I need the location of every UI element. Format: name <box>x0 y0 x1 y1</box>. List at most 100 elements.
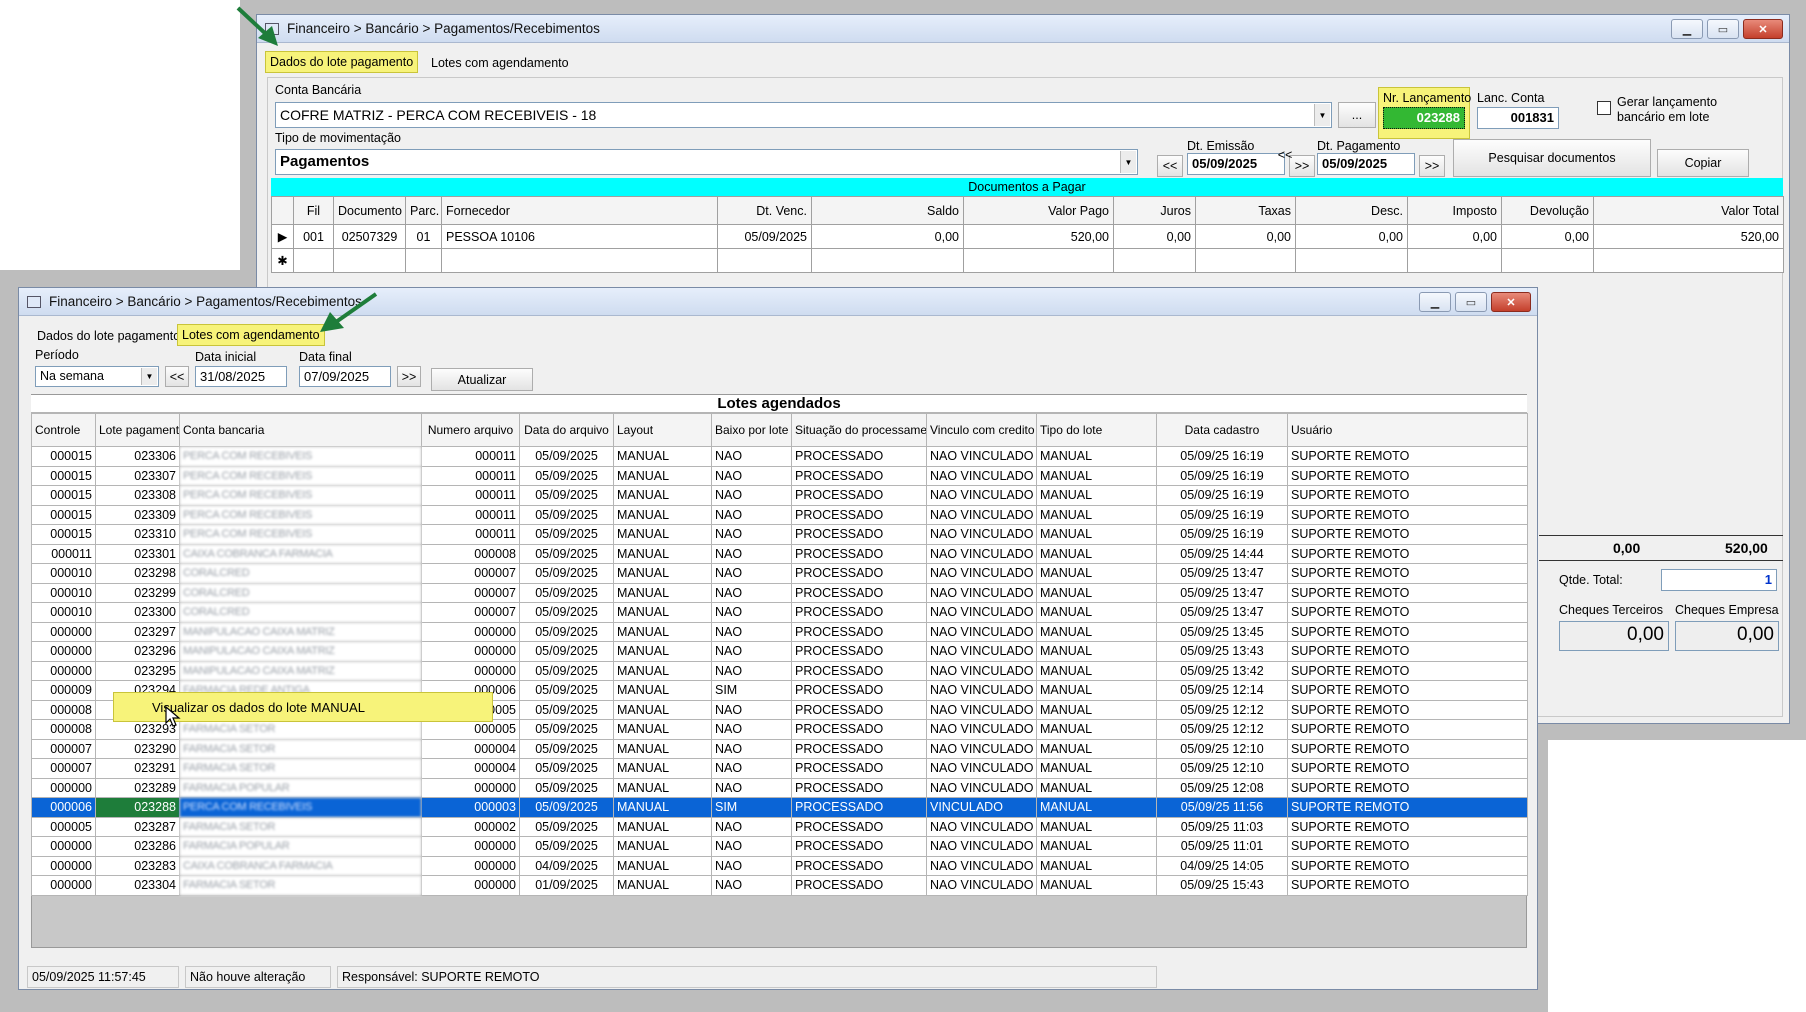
col-header: Data cadastro <box>1156 413 1288 447</box>
cell: PROCESSADO <box>791 855 927 876</box>
cell: NAO <box>711 504 792 525</box>
table-row[interactable]: ▶ 001 02507329 01 PESSOA 10106 05/09/202… <box>271 224 1784 249</box>
cell: MANUAL <box>613 504 712 525</box>
table-row[interactable]: 000005 023287 FARMACIA SETOR 000002 05/09/20… <box>31 816 1528 837</box>
periodo-select[interactable]: Na semana ▼ <box>35 366 159 387</box>
maximize-icon[interactable]: ▭ <box>1707 19 1739 39</box>
table-row[interactable]: 000015 023309 PERCA COM RECEBIVEIS 000011 05… <box>31 504 1528 525</box>
cell <box>1501 248 1594 273</box>
cell: PROCESSADO <box>791 621 927 642</box>
cell: 000000 <box>31 777 96 798</box>
cell: MANUAL <box>1036 875 1157 896</box>
cell: MANUAL <box>1036 797 1157 818</box>
table-row[interactable]: 000010 023300 CORALCRED 000007 05/09/2025 MAN… <box>31 602 1528 623</box>
table-row[interactable]: 000010 023298 CORALCRED 000007 05/09/2025 MAN… <box>31 563 1528 584</box>
periodo-next-button[interactable]: >> <box>397 366 421 387</box>
cell: 000009 <box>31 680 96 701</box>
table-row[interactable]: 000008 023293 FARMACIA SETOR 000005 05/09/20… <box>31 719 1528 740</box>
table-row[interactable]: 000000 023286 FARMACIA POPULAR 000000 05/09/… <box>31 836 1528 857</box>
table-row[interactable]: 000000 023283 CAIXA COBRANCA FARMACIA 00000… <box>31 855 1528 876</box>
cell: NAO VINCULADO <box>926 816 1037 837</box>
cell: 023291 <box>95 758 180 779</box>
maximize-icon[interactable]: ▭ <box>1455 292 1487 312</box>
cell: 05/09/2025 <box>519 797 614 818</box>
close-icon[interactable]: ✕ <box>1743 19 1783 39</box>
status-change: Não houve alteração <box>185 966 331 988</box>
row-indicator-icon: ▶ <box>271 224 294 249</box>
cell: SUPORTE REMOTO <box>1287 621 1528 642</box>
total-juros: 0,00 <box>1613 540 1641 556</box>
cell: NAO <box>711 485 792 506</box>
cell: MANUAL <box>1036 777 1157 798</box>
cell: 05/09/25 12:14 <box>1156 680 1288 701</box>
cell: 05/09/2025 <box>519 719 614 740</box>
cell: 023286 <box>95 836 180 857</box>
cell: 000004 <box>421 738 520 759</box>
cell: 000000 <box>421 875 520 896</box>
cell: 023301 <box>95 543 180 564</box>
periodo-prev-button[interactable]: << <box>165 366 189 387</box>
cell: NAO <box>711 543 792 564</box>
cell: 0,00 <box>811 224 964 249</box>
table-row[interactable]: 000000 023297 MANIPULACAO CAIXA MATRIZ 0000… <box>31 621 1528 642</box>
dt-pagamento-field[interactable]: 05/09/2025 <box>1317 153 1415 175</box>
tipo-mov-select[interactable]: Pagamentos ▼ <box>275 149 1138 175</box>
table-row[interactable]: 000000 023304 FARMACIA SETOR 000000 01/09/20… <box>31 875 1528 896</box>
cell: MANUAL <box>613 738 712 759</box>
table-row[interactable]: 000006 023288 PERCA COM RECEBIVEIS 000003 05… <box>31 797 1528 818</box>
nr-lancamento-field[interactable]: 023288 <box>1383 107 1465 129</box>
data-inicial-label: Data inicial <box>195 350 257 364</box>
back-tab-dados[interactable]: Dados do lote pagamento <box>265 51 419 73</box>
atualizar-button[interactable]: Atualizar <box>431 368 533 391</box>
table-row[interactable]: 000015 023310 PERCA COM RECEBIVEIS 000011 05… <box>31 524 1528 545</box>
cell: MANUAL <box>1036 543 1157 564</box>
cell: 000000 <box>421 641 520 662</box>
cell: 05/09/25 13:47 <box>1156 582 1288 603</box>
cell: 023287 <box>95 816 180 837</box>
minimize-icon[interactable]: ▁ <box>1419 292 1451 312</box>
table-row[interactable]: 000011 023301 CAIXA COBRANCA FARMACIA 00000… <box>31 543 1528 564</box>
cell: NAO VINCULADO <box>926 524 1037 545</box>
new-row[interactable]: ✱ <box>271 248 1784 273</box>
front-tab-lotes[interactable]: Lotes com agendamento <box>177 324 325 346</box>
mouse-cursor-icon <box>165 706 181 727</box>
table-row[interactable]: 000000 023295 MANIPULACAO CAIXA MATRIZ 0000… <box>31 660 1528 681</box>
copiar-button[interactable]: Copiar <box>1657 149 1749 177</box>
cell: SUPORTE REMOTO <box>1287 602 1528 623</box>
cell: MANUAL <box>613 875 712 896</box>
nr-lancamento-label: Nr. Lançamento <box>1383 91 1472 105</box>
cell <box>333 248 406 273</box>
front-tab-dados[interactable]: Dados do lote pagamento <box>33 326 184 346</box>
minimize-icon[interactable]: ▁ <box>1671 19 1703 39</box>
cell: PROCESSADO <box>791 582 927 603</box>
cell: 000007 <box>421 582 520 603</box>
table-row[interactable]: 000015 023308 PERCA COM RECEBIVEIS 000011 05… <box>31 485 1528 506</box>
table-row[interactable]: 000007 023291 FARMACIA SETOR 000004 05/09/20… <box>31 758 1528 779</box>
emissao-prev-button[interactable]: << <box>1157 155 1183 177</box>
pagamento-next-button[interactable]: >> <box>1419 155 1445 177</box>
data-final-field[interactable]: 07/09/2025 <box>299 366 391 387</box>
table-row[interactable]: 000000 023296 MANIPULACAO CAIXA MATRIZ 0000… <box>31 641 1528 662</box>
gerar-checkbox[interactable] <box>1597 101 1611 115</box>
emissao-next-button[interactable]: >> <box>1289 155 1315 177</box>
conta-browse-button[interactable]: ... <box>1338 102 1376 128</box>
cell: MANUAL <box>1036 602 1157 623</box>
pesquisar-button[interactable]: Pesquisar documentos <box>1453 139 1651 177</box>
table-row[interactable]: 000007 023290 FARMACIA SETOR 000004 05/09/20… <box>31 738 1528 759</box>
cell: NAO <box>711 777 792 798</box>
close-icon[interactable]: ✕ <box>1491 292 1531 312</box>
table-row[interactable]: 000015 023306 PERCA COM RECEBIVEIS 000011 05… <box>31 446 1528 467</box>
cell: PROCESSADO <box>791 797 927 818</box>
cell: MANUAL <box>1036 582 1157 603</box>
cell: 023296 <box>95 641 180 662</box>
cell: 023310 <box>95 524 180 545</box>
cell: PROCESSADO <box>791 446 927 467</box>
conta-bancaria-select[interactable]: COFRE MATRIZ - PERCA COM RECEBIVEIS - 18… <box>275 102 1332 128</box>
table-row[interactable]: 000015 023307 PERCA COM RECEBIVEIS 000011 05… <box>31 465 1528 486</box>
cell: 000011 <box>421 524 520 545</box>
data-inicial-field[interactable]: 31/08/2025 <box>195 366 287 387</box>
table-row[interactable]: 000010 023299 CORALCRED 000007 05/09/2025 MAN… <box>31 582 1528 603</box>
dt-emissao-field[interactable]: 05/09/2025 <box>1187 153 1285 175</box>
back-tab-lotes[interactable]: Lotes com agendamento <box>427 53 573 73</box>
table-row[interactable]: 000000 023289 FARMACIA POPULAR 000000 05/09/… <box>31 777 1528 798</box>
